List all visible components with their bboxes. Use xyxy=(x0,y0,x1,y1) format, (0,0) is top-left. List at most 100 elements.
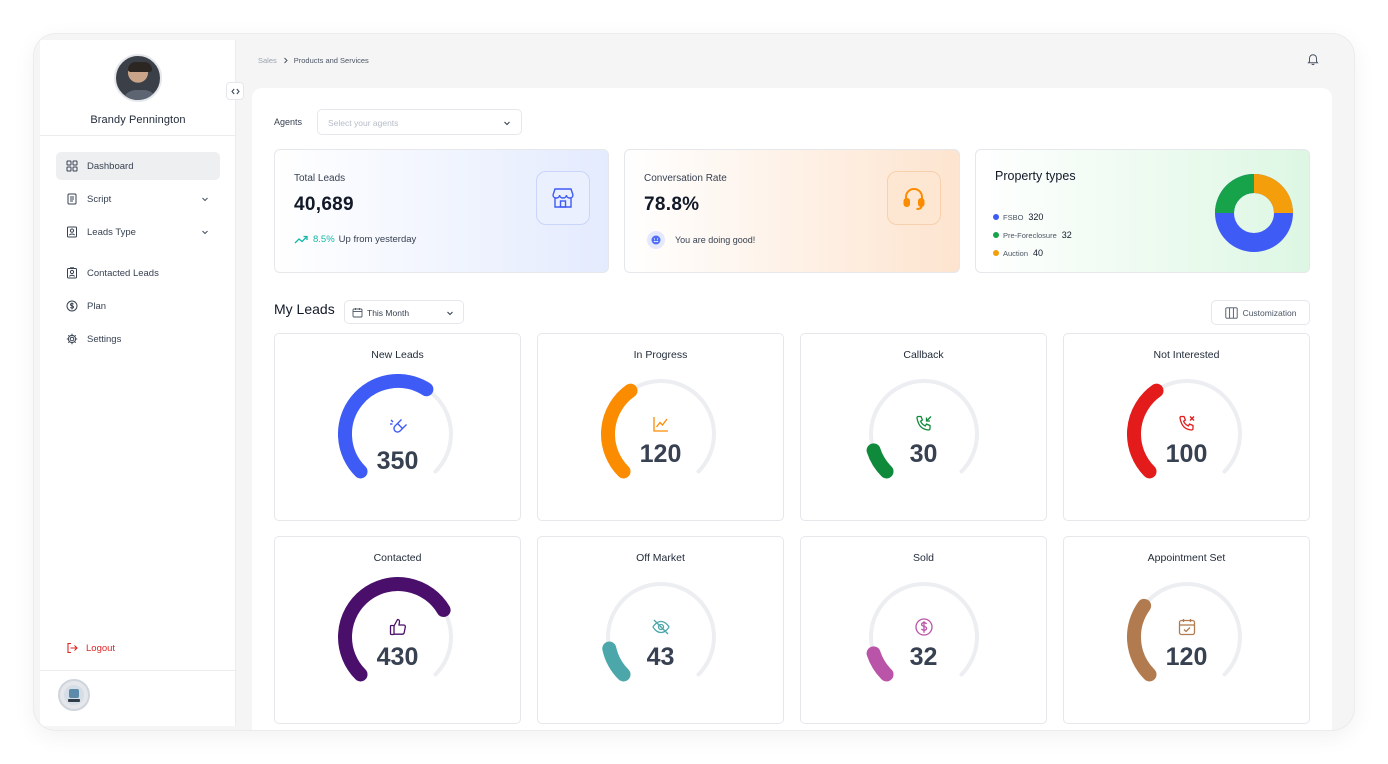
chevron-down-icon xyxy=(202,230,208,235)
sidebar-collapse-button[interactable] xyxy=(226,82,244,100)
lead-card-off-market[interactable]: Off Market 43 xyxy=(537,536,784,724)
sidebar-item-script[interactable]: Script xyxy=(56,185,220,213)
sidebar-item-settings[interactable]: Settings xyxy=(56,325,220,353)
sidebar-item-label: Script xyxy=(87,193,112,205)
lead-card-title: New Leads xyxy=(371,349,424,361)
lead-gauge xyxy=(602,582,716,682)
legend-item: Pre-Foreclosure 32 xyxy=(993,226,1072,244)
lead-card-value: 120 xyxy=(1165,643,1208,671)
dollar-circle-icon xyxy=(915,618,933,636)
legend-label: Pre-Foreclosure xyxy=(1003,230,1057,240)
script-icon xyxy=(66,193,78,205)
columns-icon xyxy=(1224,306,1238,319)
profile: Brandy Pennington xyxy=(40,40,236,136)
dashboard-icon xyxy=(66,160,78,172)
lead-gauge xyxy=(1127,582,1242,682)
lead-gauge xyxy=(338,577,453,682)
lead-card-title: Sold xyxy=(912,552,934,564)
chevron-down-icon xyxy=(504,121,510,126)
property-types-legend: FSBO 320 Pre-Foreclosure 32 Auction 40 xyxy=(993,208,1072,262)
lead-card-title: In Progress xyxy=(633,349,688,361)
legend-item: Auction 40 xyxy=(993,244,1072,262)
lead-card-appointment-set[interactable]: Appointment Set 120 xyxy=(1063,536,1310,724)
lead-gauge xyxy=(1127,379,1242,479)
calendar-check-icon xyxy=(1178,619,1196,636)
bell-icon[interactable] xyxy=(1306,52,1320,66)
lead-card-value: 32 xyxy=(909,643,938,671)
period-select-value: This Month xyxy=(367,308,410,318)
chevron-down-icon xyxy=(447,311,453,316)
legend-dot xyxy=(993,250,999,256)
my-leads-title: My Leads xyxy=(274,301,335,317)
sidebar: Brandy Pennington Dashboard Script Leads… xyxy=(40,40,236,726)
legend-value: 40 xyxy=(1033,248,1044,258)
sidebar-item-label: Dashboard xyxy=(87,160,134,172)
sidebar-item-label: Settings xyxy=(87,333,122,345)
lead-card-contacted[interactable]: Contacted 430 xyxy=(274,536,521,724)
sidebar-item-plan[interactable]: Plan xyxy=(56,292,220,320)
legend-label: FSBO xyxy=(1003,212,1024,222)
period-select[interactable]: This Month xyxy=(344,300,464,324)
conversation-rate-title: Conversation Rate xyxy=(644,173,727,184)
sidebar-item-leads-type[interactable]: Leads Type xyxy=(56,218,220,246)
lead-card-value: 350 xyxy=(376,447,419,475)
sidebar-item-dashboard[interactable]: Dashboard xyxy=(56,152,220,180)
conversation-rate-value: 78.8% xyxy=(644,194,700,215)
smiley-icon xyxy=(647,231,665,249)
sidebar-item-label: Contacted Leads xyxy=(87,267,159,279)
lead-card-new-leads[interactable]: New Leads 350 xyxy=(274,333,521,521)
logout-icon xyxy=(67,642,78,654)
magnet-icon xyxy=(390,419,407,433)
sidebar-footer xyxy=(40,670,236,726)
sidebar-item-contacted-leads[interactable]: Contacted Leads xyxy=(56,259,220,287)
logout-button[interactable]: Logout xyxy=(66,642,115,654)
trend-percentage: 8.5% xyxy=(313,234,335,245)
lead-card-title: Appointment Set xyxy=(1147,552,1226,564)
legend-value: 32 xyxy=(1061,230,1072,240)
thumbs-up-icon xyxy=(389,618,406,636)
customization-label: Customization xyxy=(1242,307,1297,318)
lead-card-value: 43 xyxy=(646,643,675,671)
lead-gauge xyxy=(601,379,716,479)
total-leads-card: Total Leads 40,689 8.5% Up from yesterda… xyxy=(274,149,609,273)
lead-card-title: Contacted xyxy=(373,552,422,564)
legend-dot xyxy=(993,232,999,238)
conversation-rate-card: Conversation Rate 78.8% You are doing go… xyxy=(624,149,960,273)
chevron-down-icon xyxy=(202,197,208,202)
total-leads-trend: 8.5% Up from yesterday xyxy=(294,234,416,245)
store-icon xyxy=(536,171,590,225)
lead-card-callback[interactable]: Callback 30 xyxy=(800,333,1047,521)
lead-card-value: 30 xyxy=(909,440,938,468)
lead-gauge xyxy=(866,582,979,682)
breadcrumb: Sales Products and Services xyxy=(258,56,369,65)
lead-card-in-progress[interactable]: In Progress 120 xyxy=(537,333,784,521)
leads-type-icon xyxy=(66,226,78,238)
collapse-arrows-icon xyxy=(230,88,240,94)
eye-off-icon xyxy=(652,619,670,635)
legend-value: 320 xyxy=(1028,212,1044,222)
customization-button[interactable]: Customization xyxy=(1211,300,1310,325)
donut-slice-pre-foreclosure xyxy=(1215,174,1255,214)
lead-card-title: Off Market xyxy=(636,552,685,564)
lead-card-not-interested[interactable]: Not Interested 100 xyxy=(1063,333,1310,521)
sidebar-item-label: Plan xyxy=(87,300,107,312)
app-window: Brandy Pennington Dashboard Script Leads… xyxy=(34,34,1354,730)
chart-line-icon xyxy=(653,417,668,432)
logout-label: Logout xyxy=(86,642,116,654)
agents-select[interactable]: Select your agents xyxy=(317,109,522,135)
lead-card-value: 100 xyxy=(1165,440,1208,468)
legend-label: Auction xyxy=(1003,248,1029,258)
plan-icon xyxy=(66,300,78,312)
conversation-note: You are doing good! xyxy=(647,231,755,249)
chevron-right-icon xyxy=(283,57,288,64)
legend-dot xyxy=(993,214,999,220)
lead-card-sold[interactable]: Sold 32 xyxy=(800,536,1047,724)
main-panel: Agents Select your agents Total Leads 40… xyxy=(252,88,1332,730)
settings-icon xyxy=(66,333,78,345)
contacted-leads-icon xyxy=(66,267,78,279)
lead-gauge xyxy=(866,379,979,479)
avatar[interactable] xyxy=(114,54,162,102)
phone-missed-icon xyxy=(1179,415,1195,431)
lead-card-value: 430 xyxy=(376,643,419,671)
breadcrumb-parent[interactable]: Sales xyxy=(258,56,277,65)
